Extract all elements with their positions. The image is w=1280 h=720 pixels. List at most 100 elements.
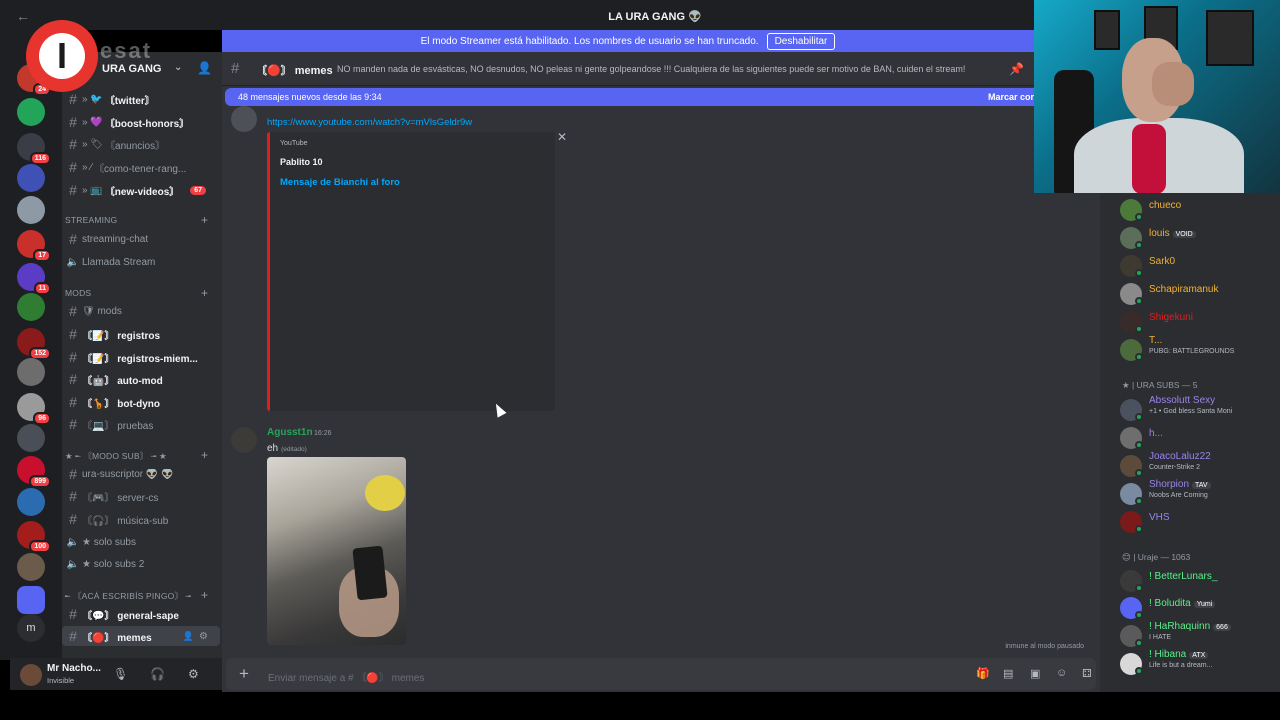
member-name: VHS: [1149, 512, 1170, 523]
avatar[interactable]: [20, 664, 42, 686]
channel-category[interactable]: ╾ 〘acá escribís pingo〙 ╼: [65, 590, 191, 602]
server-icon[interactable]: m: [17, 614, 45, 642]
channel-item[interactable]: ▸#» 🐦〘twitter〙: [62, 89, 220, 109]
channel-item[interactable]: ▸#〘💬〙 general-sape: [62, 604, 220, 624]
channel-item[interactable]: # 〘💻〙 pruebas: [62, 414, 220, 434]
member-name: ! Hibana ATX: [1149, 649, 1209, 660]
channel-item[interactable]: ▸#〘📝〙 registros-miem...: [62, 347, 220, 367]
member-item[interactable]: louis VOID: [1120, 225, 1280, 251]
member-item[interactable]: ! Boludita Yumi: [1120, 595, 1280, 621]
add-channel-icon[interactable]: +: [201, 448, 208, 462]
add-attachment-icon[interactable]: +: [239, 664, 249, 684]
headphones-icon[interactable]: 🎧: [150, 667, 165, 681]
server-icon[interactable]: [17, 196, 45, 224]
watermark-logo: I: [26, 20, 98, 92]
add-member-icon[interactable]: 👤: [197, 61, 212, 75]
channel-item[interactable]: # streaming-chat: [62, 229, 220, 249]
message-image[interactable]: [267, 457, 406, 645]
channel-item[interactable]: ▸#〘🤖〙 auto-mod: [62, 369, 220, 389]
member-item[interactable]: T... PUBG: BATTLEGROUNDS: [1120, 335, 1280, 363]
new-messages-bar[interactable]: 48 mensajes nuevos desde las 9:34 Marcar…: [225, 88, 1034, 106]
server-icon[interactable]: 100: [17, 521, 51, 553]
server-icon[interactable]: [17, 164, 45, 192]
channel-item[interactable]: # 〘🎧〙 música-sub: [62, 509, 220, 529]
channel-topic[interactable]: NO manden nada de esvásticas, NO desnudo…: [337, 64, 965, 74]
member-tag: ATX: [1189, 652, 1209, 659]
server-icon[interactable]: [17, 358, 45, 386]
embed-author[interactable]: Pablito 10: [280, 157, 323, 167]
channel-item[interactable]: ▸#» 🏷〘anuncios〙: [62, 134, 220, 154]
channel-item[interactable]: 🔈 ★ solo subs 2: [62, 554, 220, 574]
server-icon[interactable]: [17, 98, 45, 126]
member-item[interactable]: ! HaRhaquinn 666 I HATE: [1120, 621, 1280, 649]
embed-title[interactable]: Mensaje de Bianchi al foro: [280, 177, 400, 188]
member-item[interactable]: Shigekuni: [1120, 309, 1280, 335]
add-server-icon[interactable]: [17, 586, 45, 614]
member-item[interactable]: Shorpion TAV Noobs Are Coming: [1120, 479, 1280, 507]
channel-item[interactable]: ▸#» ⁄〘como-tener-rang...: [62, 157, 220, 177]
server-icon[interactable]: [17, 553, 45, 581]
avatar[interactable]: [231, 106, 257, 132]
microphone-icon[interactable]: 🎙: [113, 667, 128, 681]
add-channel-icon[interactable]: +: [201, 286, 208, 300]
member-item[interactable]: Abssolutt Sexy +1 • God bless Santa Moni: [1120, 395, 1280, 423]
server-icon[interactable]: [17, 488, 45, 516]
channel-item[interactable]: # 〘🎮〙 server-cs: [62, 486, 220, 506]
message-link[interactable]: https://www.youtube.com/watch?v=mVlsGeld…: [267, 117, 472, 128]
server-icon[interactable]: 11: [17, 263, 51, 295]
member-item[interactable]: ! Hibana ATX Life is but a dream...: [1120, 649, 1280, 677]
emoji-icon[interactable]: ☺: [1056, 667, 1067, 679]
channel-label: ura-suscriptor 👽 👽: [82, 468, 174, 480]
channel-item[interactable]: 🔈 Llamada Stream: [62, 252, 220, 272]
embed-provider[interactable]: YouTube: [280, 140, 308, 147]
avatar[interactable]: [231, 427, 257, 453]
server-icon[interactable]: 17: [17, 230, 51, 262]
gear-icon[interactable]: ⚙: [199, 631, 208, 642]
gear-icon[interactable]: ⚙: [188, 667, 199, 681]
pin-icon[interactable]: 📌: [1009, 62, 1024, 76]
member-item[interactable]: JoacoLaluz22 Counter-Strike 2: [1120, 451, 1280, 479]
message-input[interactable]: + Enviar mensaje a # 〘🔴〙 memes 🎁 ▤ ▣ ☺ ⚃: [226, 658, 1096, 690]
server-icon[interactable]: 96: [17, 393, 51, 425]
member-item[interactable]: h...: [1120, 425, 1280, 451]
youtube-embed: YouTube Pablito 10 Mensaje de Bianchi al…: [267, 132, 555, 411]
close-icon[interactable]: ✕: [557, 130, 567, 144]
gift-icon[interactable]: 🎁: [976, 667, 990, 680]
username[interactable]: Mr Nacho...: [47, 663, 101, 674]
gif-icon[interactable]: ▤: [1003, 667, 1013, 680]
member-item[interactable]: VHS: [1120, 509, 1280, 535]
hash-icon: #: [69, 628, 77, 644]
member-item[interactable]: Sark0: [1120, 253, 1280, 279]
channel-item[interactable]: # 🛡 mods: [62, 301, 220, 321]
member-item[interactable]: chueco: [1120, 197, 1280, 223]
server-icon[interactable]: [17, 293, 45, 321]
sticker-icon[interactable]: ▣: [1030, 667, 1040, 680]
channel-item[interactable]: ▸#» 📺〘new-videos〙67: [62, 180, 220, 200]
channel-item[interactable]: ▸#〘🔴〙 memes⚙👤: [62, 626, 220, 646]
apps-icon[interactable]: ⚃: [1082, 667, 1092, 680]
member-name: chueco: [1149, 200, 1182, 211]
channel-item[interactable]: ▸#» 💜〘boost-honors〙: [62, 112, 220, 132]
server-icon[interactable]: 116: [17, 133, 51, 165]
channel-category[interactable]: STREAMING: [65, 215, 117, 225]
invite-icon[interactable]: 👤: [183, 631, 194, 642]
add-channel-icon[interactable]: +: [201, 588, 208, 602]
channel-category[interactable]: mods: [65, 288, 91, 298]
server-icon[interactable]: 899: [17, 456, 51, 488]
server-name: URA GANG: [102, 63, 162, 75]
status-dot: [1135, 497, 1143, 505]
member-item[interactable]: Schapiramanuk: [1120, 281, 1280, 307]
channel-item[interactable]: ▸#〘📝〙 registros: [62, 324, 220, 344]
channel-item[interactable]: ▸#〘🦒〙 bot-dyno: [62, 392, 220, 412]
channel-category[interactable]: ★ ╾ 〘MODO SUB〙 ╼ ★: [65, 450, 167, 462]
member-item[interactable]: ! BetterLunars_: [1120, 568, 1280, 594]
mark-as-read-button[interactable]: Marcar cor: [988, 92, 1034, 102]
server-icon[interactable]: 152: [17, 328, 51, 360]
channel-item[interactable]: 🔈 ★ solo subs: [62, 532, 220, 552]
message-author[interactable]: Agusst1n: [267, 427, 313, 438]
add-channel-icon[interactable]: +: [201, 213, 208, 227]
disable-streamer-button[interactable]: Deshabilitar: [766, 32, 836, 50]
logo-text: esat: [100, 38, 153, 63]
server-icon[interactable]: [17, 424, 45, 452]
channel-item[interactable]: # ura-suscriptor 👽 👽: [62, 464, 220, 484]
